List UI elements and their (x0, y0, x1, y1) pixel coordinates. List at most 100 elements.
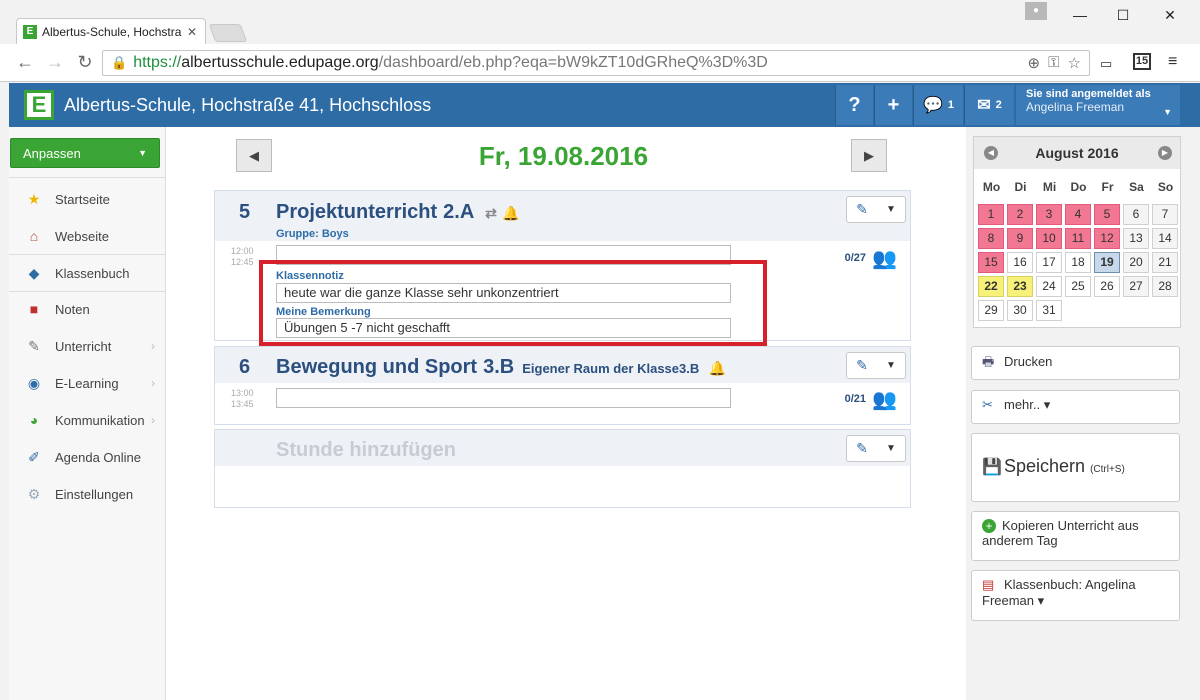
lesson-number: 6 (239, 356, 251, 378)
calendar-prev-icon[interactable]: ◀ (984, 146, 998, 160)
reload-icon[interactable]: ↻ (74, 52, 96, 73)
sidebar-item-kommunikation[interactable]: ◕ Kommunikation › (9, 402, 165, 438)
weekday-label: So (1157, 180, 1174, 194)
sidebar-item-unterricht[interactable]: ✎ Unterricht › (9, 328, 165, 364)
calendar-day[interactable]: 27 (1123, 276, 1149, 297)
calendar-day[interactable]: 21 (1152, 252, 1178, 273)
bookmark-star-icon[interactable]: ☆ (1068, 54, 1081, 72)
calendar-day[interactable]: 24 (1036, 276, 1062, 297)
calendar-day[interactable]: 11 (1065, 228, 1091, 249)
house-icon: ⌂ (29, 228, 39, 244)
calendar-day[interactable]: 25 (1065, 276, 1091, 297)
calendar-day[interactable]: 6 (1123, 204, 1149, 225)
customize-label: Anpassen (23, 145, 81, 161)
time-start: 13:00 (231, 388, 254, 398)
attendance-count[interactable]: 0/27 (845, 252, 866, 264)
calendar-day[interactable]: 8 (978, 228, 1004, 249)
zoom-icon[interactable]: ⊕ (1028, 54, 1041, 72)
calendar-day[interactable]: 31 (1036, 300, 1062, 321)
calendar-day[interactable]: 5 (1094, 204, 1120, 225)
next-day-button[interactable]: ▶ (851, 139, 887, 172)
calendar-day[interactable]: 4 (1065, 204, 1091, 225)
lesson-title[interactable]: Bewegung und Sport 3.B Eigener Raum der Kl… (276, 356, 726, 379)
copy-lesson-button[interactable]: + Kopieren Unterricht aus anderem Tag (971, 511, 1180, 561)
calendar-day[interactable]: 14 (1152, 228, 1178, 249)
calendar-extension-icon[interactable]: 15 (1133, 53, 1151, 70)
browser-tab[interactable]: E Albertus-Schule, Hochstra ✕ (16, 18, 206, 44)
calendar-day[interactable]: 13 (1123, 228, 1149, 249)
globe-icon: ◉ (27, 375, 41, 391)
calendar-day[interactable]: 26 (1094, 276, 1120, 297)
customize-button[interactable]: Anpassen ▼ (10, 138, 160, 168)
calendar-day[interactable]: 1 (978, 204, 1004, 225)
profile-icon[interactable]: ● (1025, 2, 1047, 20)
calendar-day[interactable]: 2 (1007, 204, 1033, 225)
calendar-day[interactable]: 23 (1007, 276, 1033, 297)
weekday-label: Mi (1042, 180, 1057, 194)
calendar-day[interactable]: 3 (1036, 204, 1062, 225)
lesson-edit-button[interactable]: ✎ ▼ (846, 352, 906, 379)
print-button[interactable]: 🖶 Drucken (971, 346, 1180, 380)
lesson-edit-button[interactable]: ✎ ▼ (846, 196, 906, 223)
edupage-logo[interactable]: E (24, 90, 54, 120)
students-icon[interactable]: 👥 (872, 246, 902, 270)
add-lesson-label[interactable]: Stunde hinzufügen (276, 439, 456, 462)
address-bar[interactable]: 🔒 https:// albertusschule.edupage.org /d… (102, 50, 1090, 76)
main-content: ◀ Fr, 19.08.2016 ▶ 5 Projektunterricht 2.… (166, 127, 966, 700)
forward-arrow-icon[interactable]: → (44, 52, 66, 73)
new-tab-button[interactable] (208, 24, 248, 42)
minimize-button[interactable]: — (1065, 4, 1095, 26)
calendar-day[interactable]: 19 (1094, 252, 1120, 273)
calendar-day[interactable]: 10 (1036, 228, 1062, 249)
menu-icon[interactable]: ≡ (1168, 53, 1177, 71)
sidebar-item-klassenbuch[interactable]: ◆ Klassenbuch (9, 255, 165, 291)
sidebar-item-webseite[interactable]: ⌂ Webseite (9, 218, 165, 254)
prev-day-button[interactable]: ◀ (236, 139, 272, 172)
communication-icon: ◕ (29, 412, 39, 428)
sidebar-item-einstellungen[interactable]: ⚙ Einstellungen (9, 476, 165, 512)
messages-button[interactable]: 💬 1 (913, 85, 963, 125)
help-button[interactable]: ? (835, 85, 873, 125)
lesson-group: Gruppe: Boys (276, 228, 349, 240)
sidebar-item-e-learning[interactable]: ◉ E-Learning › (9, 365, 165, 401)
lesson-time: 12:00 12:45 (231, 246, 254, 268)
sidebar-item-agenda-online[interactable]: ✐ Agenda Online (9, 439, 165, 475)
save-button[interactable]: 💾 Speichern (Ctrl+S) (971, 433, 1180, 502)
mail-button[interactable]: ✉ 2 (964, 85, 1014, 125)
lesson-title[interactable]: Projektunterricht 2.A ⇄ 🔔 (276, 201, 520, 224)
key-icon[interactable]: ⚿ (1048, 54, 1059, 72)
calendar-day[interactable]: 28 (1152, 276, 1178, 297)
sidebar-item-startseite[interactable]: ★ Startseite (9, 181, 165, 217)
add-button[interactable]: + (874, 85, 912, 125)
mini-calendar: August 2016 ◀ ▶ Mo Di Mi Do Fr Sa So 1 2 3 4 5 6 7 8 9 1… (973, 136, 1181, 328)
maximize-button[interactable]: ☐ (1108, 4, 1138, 26)
more-button[interactable]: ✂ mehr.. ▾ (971, 390, 1180, 424)
attendance-count[interactable]: 0/21 (845, 393, 866, 405)
tab-close-icon[interactable]: ✕ (185, 25, 199, 39)
mail-count: 2 (995, 99, 1002, 111)
calendar-day[interactable]: 9 (1007, 228, 1033, 249)
lesson-topic-input[interactable] (276, 388, 731, 408)
sidebar-item-noten[interactable]: ■ Noten (9, 291, 165, 327)
classbook-button[interactable]: ▤ Klassenbuch: Angelina Freeman ▾ (971, 570, 1180, 621)
weekday-label: Di (1014, 180, 1027, 194)
calendar-day[interactable]: 30 (1007, 300, 1033, 321)
browser-titlebar: E Albertus-Schule, Hochstra ✕ ● — ☐ ✕ (0, 0, 1200, 44)
lesson-edit-button[interactable]: ✎ ▼ (846, 435, 906, 462)
cast-icon[interactable]: ▭ (1100, 56, 1112, 72)
calendar-day[interactable]: 15 (978, 252, 1004, 273)
user-menu[interactable]: Sie sind angemeldet als Angelina Freeman… (1016, 85, 1180, 125)
students-icon[interactable]: 👥 (872, 387, 902, 411)
calendar-day[interactable]: 18 (1065, 252, 1091, 273)
calendar-day[interactable]: 7 (1152, 204, 1178, 225)
calendar-day[interactable]: 22 (978, 276, 1004, 297)
back-arrow-icon[interactable]: ← (14, 52, 36, 73)
pen-icon: ✐ (28, 449, 40, 465)
calendar-day[interactable]: 29 (978, 300, 1004, 321)
calendar-next-icon[interactable]: ▶ (1158, 146, 1172, 160)
calendar-day[interactable]: 20 (1123, 252, 1149, 273)
calendar-day[interactable]: 17 (1036, 252, 1062, 273)
calendar-day[interactable]: 16 (1007, 252, 1033, 273)
close-window-button[interactable]: ✕ (1155, 4, 1185, 26)
calendar-day[interactable]: 12 (1094, 228, 1120, 249)
